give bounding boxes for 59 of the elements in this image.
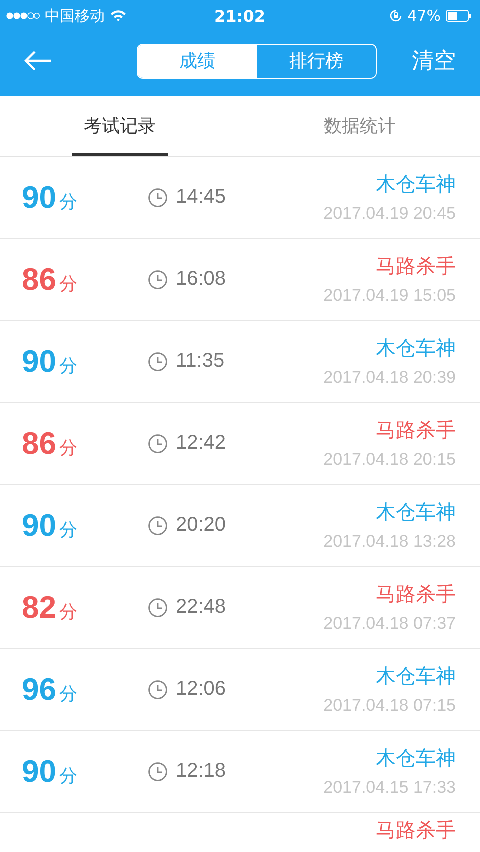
battery-icon — [446, 10, 472, 22]
rank-title: 马路杀手 — [376, 253, 456, 280]
status-time: 21:02 — [214, 6, 266, 26]
duration: 20:20 — [176, 514, 226, 537]
score: 86 — [22, 262, 56, 298]
clock-icon — [148, 598, 168, 618]
signal-icon — [6, 12, 40, 20]
exam-date: 2017.04.15 17:33 — [324, 778, 456, 798]
exam-date: 2017.04.18 07:15 — [324, 696, 456, 716]
clock-icon — [148, 680, 168, 700]
score-unit: 分 — [59, 354, 78, 378]
duration: 12:42 — [176, 432, 226, 455]
score: 82 — [22, 590, 56, 626]
exam-date: 2017.04.18 20:39 — [324, 368, 456, 388]
exam-date: 2017.04.18 07:37 — [324, 614, 456, 634]
duration: 12:18 — [176, 760, 226, 783]
clock-icon — [148, 188, 168, 208]
score: 90 — [22, 754, 56, 790]
duration: 11:35 — [176, 350, 225, 373]
exam-date: 2017.04.19 15:05 — [324, 286, 456, 306]
duration: 16:08 — [176, 268, 226, 291]
score-unit: 分 — [59, 682, 78, 706]
score-unit: 分 — [59, 190, 78, 214]
exam-date: 2017.04.19 20:45 — [324, 204, 456, 224]
duration: 22:48 — [176, 596, 226, 619]
rank-title: 木仓车神 — [376, 171, 456, 198]
score: 90 — [22, 180, 56, 216]
clock-icon — [148, 434, 168, 454]
clear-button[interactable]: 清空 — [412, 46, 456, 76]
score-unit: 分 — [59, 272, 78, 296]
duration: 12:06 — [176, 678, 226, 701]
score: 90 — [22, 508, 56, 544]
rank-title: 马路杀手 — [376, 817, 456, 844]
clock-icon — [148, 352, 168, 372]
rank-title: 马路杀手 — [376, 581, 456, 608]
exam-date: 2017.04.18 20:15 — [324, 450, 456, 470]
rank-title: 木仓车神 — [376, 745, 456, 772]
segment-tab[interactable]: 成绩 — [138, 44, 257, 78]
clock-icon — [148, 516, 168, 536]
score: 96 — [22, 672, 56, 708]
score-unit: 分 — [59, 764, 78, 788]
carrier-name: 中国移动 — [45, 6, 105, 26]
exam-date: 2017.04.18 13:28 — [324, 532, 456, 552]
clock-icon — [148, 270, 168, 290]
rotation-lock-icon — [388, 9, 403, 23]
score-unit: 分 — [59, 518, 78, 542]
score: 86 — [22, 426, 56, 462]
rank-title: 木仓车神 — [376, 499, 456, 526]
battery-percent: 47% — [408, 7, 441, 25]
score: 90 — [22, 344, 56, 380]
rank-title: 木仓车神 — [376, 663, 456, 690]
clock-icon — [148, 762, 168, 782]
score-unit: 分 — [59, 600, 78, 624]
rank-title: 木仓车神 — [376, 335, 456, 362]
duration: 14:45 — [176, 186, 226, 209]
back-arrow-icon[interactable] — [24, 50, 52, 72]
rank-title: 马路杀手 — [376, 417, 456, 444]
score-unit: 分 — [59, 436, 78, 460]
wifi-icon — [110, 10, 127, 22]
